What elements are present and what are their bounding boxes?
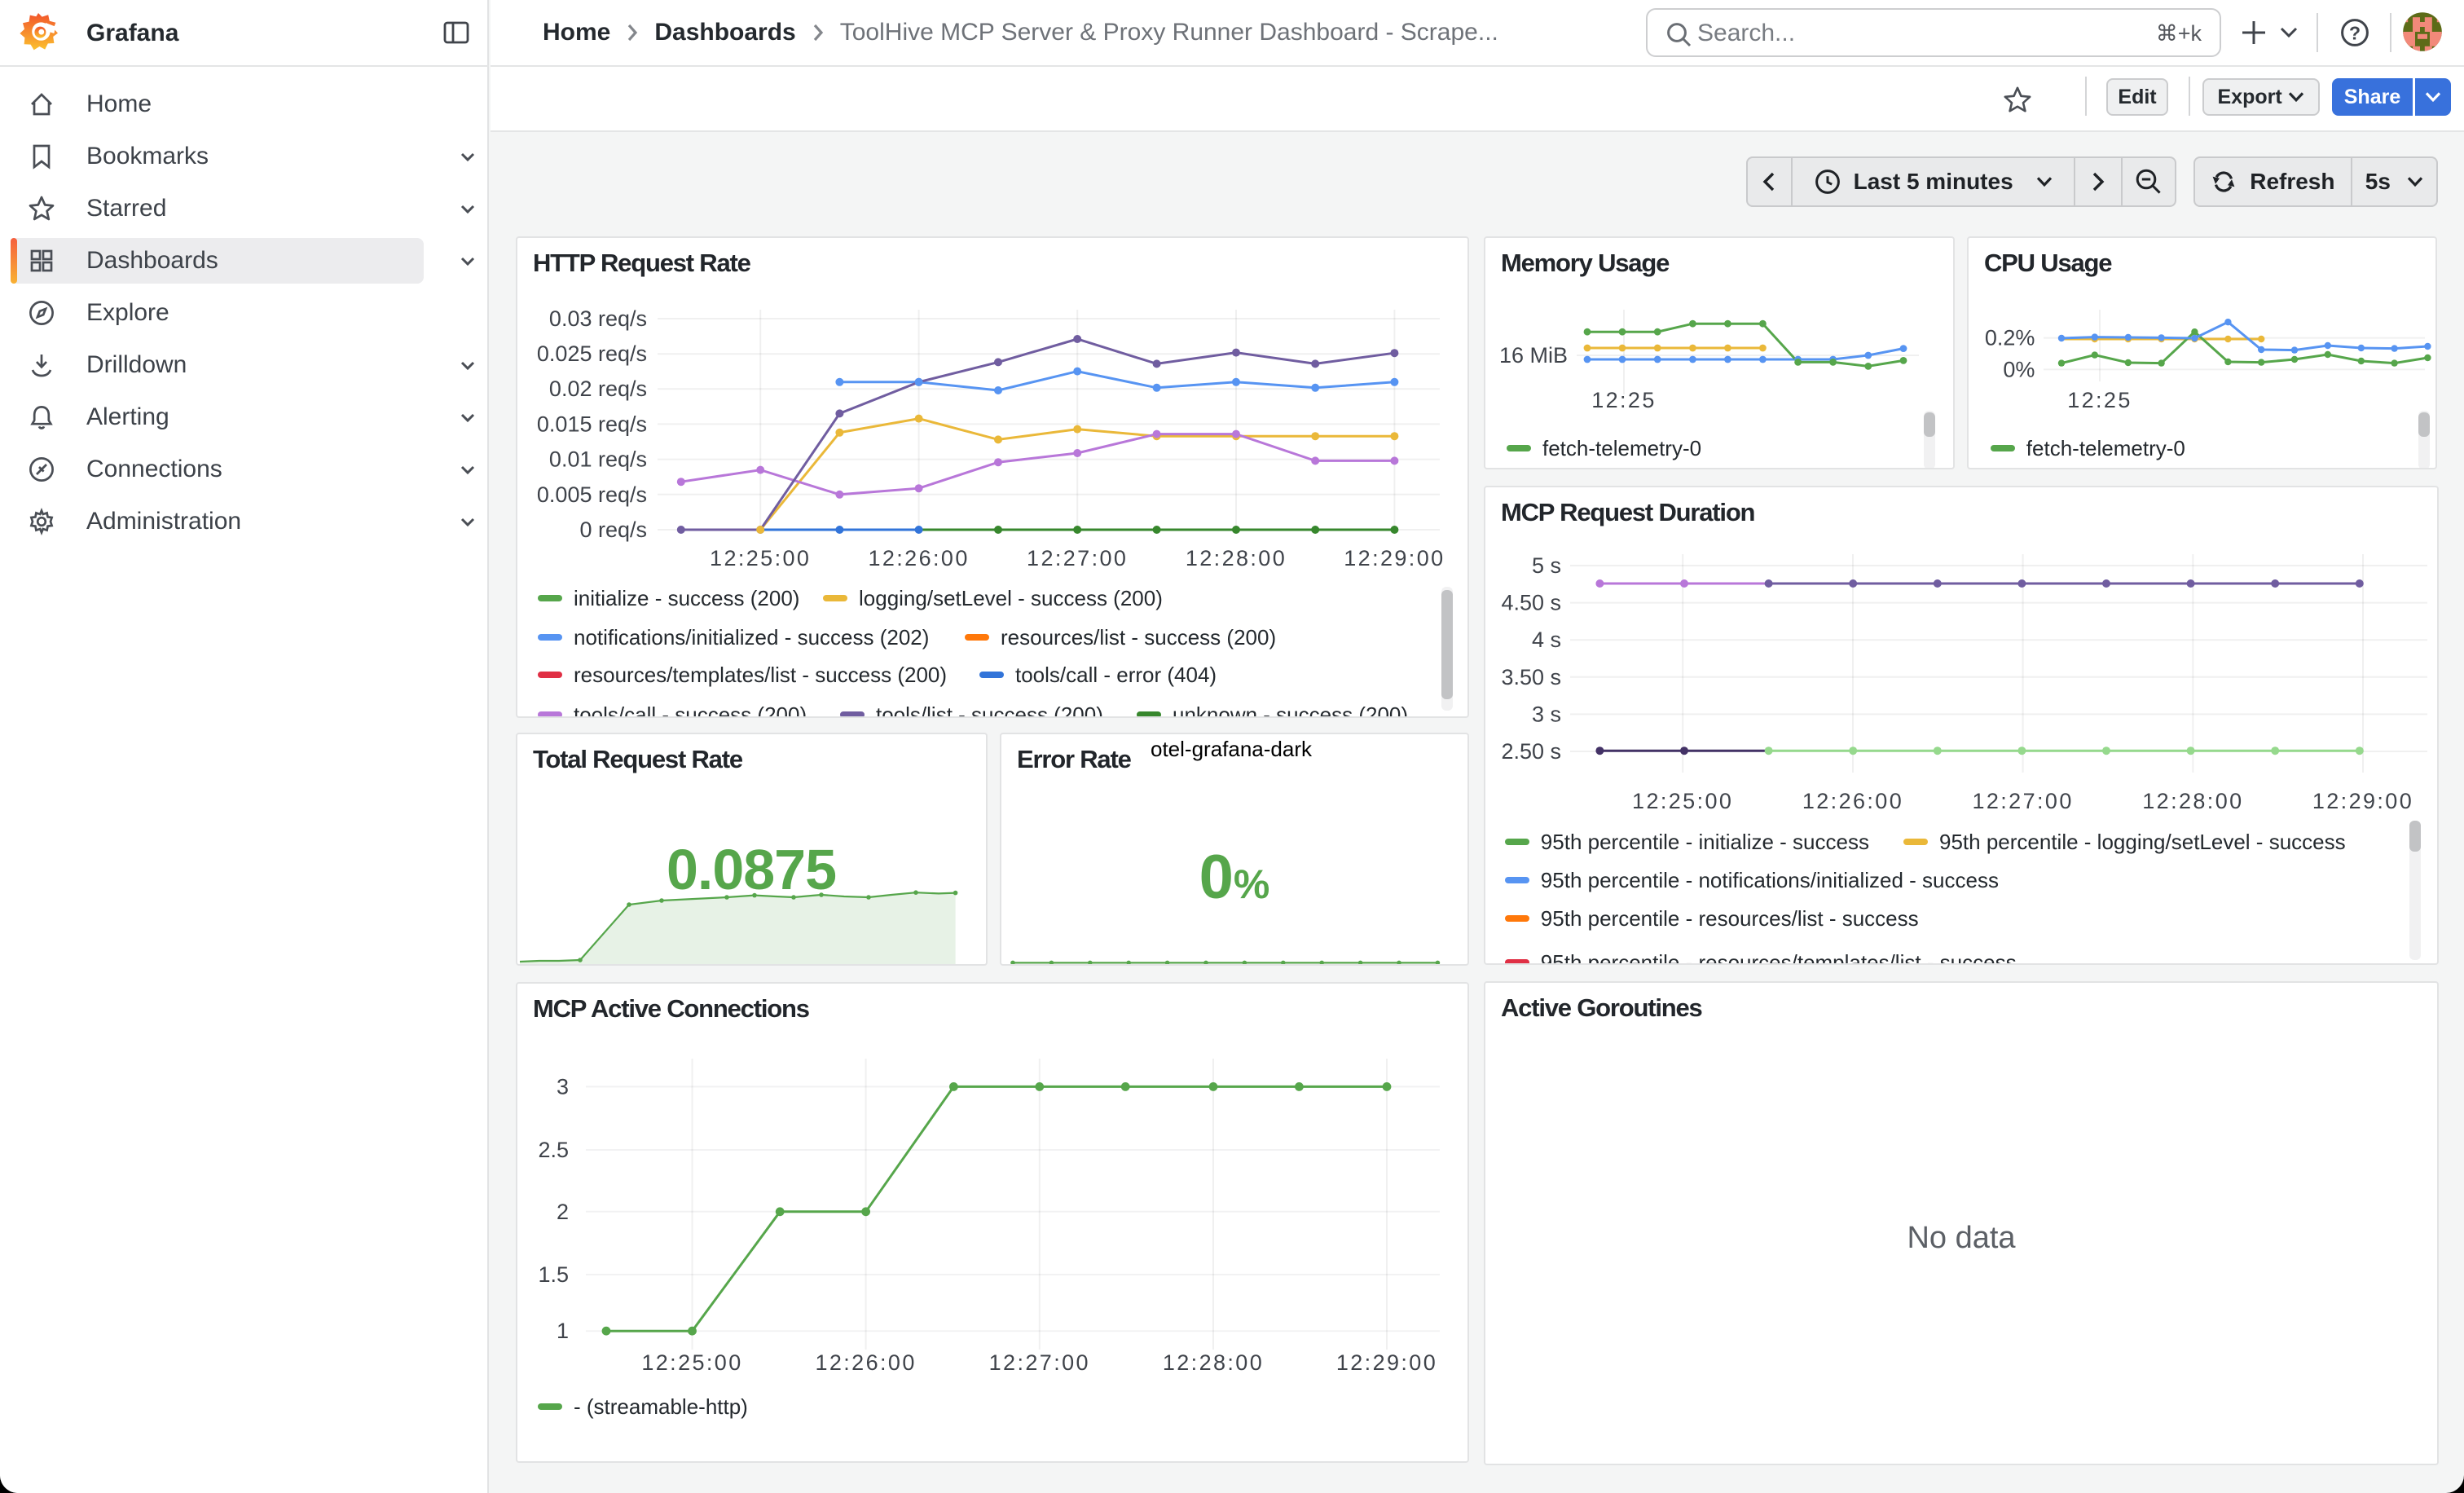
- svg-text:0%: 0%: [2003, 357, 2035, 381]
- svg-text:5 s: 5 s: [1532, 553, 1561, 578]
- svg-text:3: 3: [557, 1074, 569, 1099]
- svg-text:12:26:00: 12:26:00: [1802, 789, 1903, 813]
- svg-text:12:26:00: 12:26:00: [868, 546, 969, 570]
- svg-text:12:29:00: 12:29:00: [2312, 789, 2413, 813]
- svg-text:0.2%: 0.2%: [1985, 326, 2035, 350]
- svg-text:12:28:00: 12:28:00: [1163, 1350, 1264, 1375]
- svg-text:4 s: 4 s: [1532, 628, 1561, 652]
- svg-text:12:25:00: 12:25:00: [710, 546, 811, 570]
- svg-text:Grafana: Grafana: [86, 20, 179, 46]
- svg-text:1.5: 1.5: [538, 1262, 569, 1287]
- svg-text:0 req/s: 0 req/s: [579, 517, 647, 542]
- svg-text:16 MiB: 16 MiB: [1499, 343, 1568, 368]
- svg-text:12:27:00: 12:27:00: [1027, 546, 1128, 570]
- svg-text:0.01 req/s: 0.01 req/s: [549, 447, 647, 472]
- svg-text:12:29:00: 12:29:00: [1344, 546, 1445, 570]
- svg-text:0.03 req/s: 0.03 req/s: [549, 306, 647, 331]
- svg-text:12:28:00: 12:28:00: [2142, 789, 2243, 813]
- svg-text:0.025 req/s: 0.025 req/s: [537, 341, 647, 366]
- svg-text:0.015 req/s: 0.015 req/s: [537, 412, 647, 436]
- svg-text:3 s: 3 s: [1532, 702, 1561, 726]
- svg-text:12:25:00: 12:25:00: [641, 1350, 742, 1375]
- svg-text:12:28:00: 12:28:00: [1186, 546, 1287, 570]
- svg-text:12:26:00: 12:26:00: [815, 1350, 916, 1375]
- svg-text:3.50 s: 3.50 s: [1501, 665, 1561, 689]
- svg-text:1: 1: [557, 1319, 569, 1343]
- svg-text:12:27:00: 12:27:00: [989, 1350, 1090, 1375]
- svg-text:12:25:00: 12:25:00: [1632, 789, 1733, 813]
- svg-text:4.50 s: 4.50 s: [1501, 591, 1561, 615]
- svg-text:2.50 s: 2.50 s: [1501, 739, 1561, 764]
- svg-text:12:29:00: 12:29:00: [1336, 1350, 1437, 1375]
- svg-text:12:27:00: 12:27:00: [1972, 789, 2073, 813]
- svg-text:?: ?: [2349, 23, 2361, 44]
- svg-text:2.5: 2.5: [538, 1138, 569, 1162]
- svg-text:0.02 req/s: 0.02 req/s: [549, 377, 647, 401]
- svg-text:2: 2: [557, 1200, 569, 1224]
- svg-text:12:25: 12:25: [1591, 388, 1657, 412]
- svg-text:12:25: 12:25: [2067, 388, 2132, 412]
- svg-text:0.005 req/s: 0.005 req/s: [537, 482, 647, 507]
